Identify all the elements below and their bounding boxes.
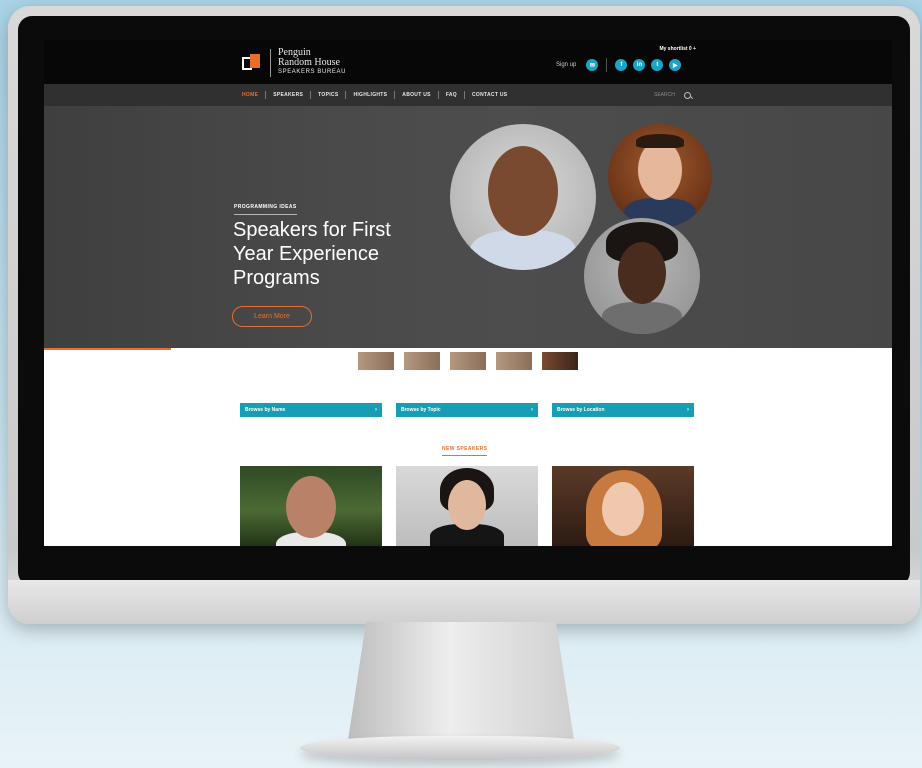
speaker-portrait-top[interactable] [608,124,712,228]
new-speaker-card[interactable] [396,466,538,546]
linkedin-icon[interactable]: in [633,59,646,71]
slide-thumbnail[interactable] [404,352,440,370]
hero-title: Speakers for First Year Experience Progr… [233,219,391,289]
nav-separator [394,91,396,99]
slide-thumbnails [358,352,588,370]
nav-topics[interactable]: TOPICS [318,92,338,98]
new-speakers-heading: NEW SPEAKERS [442,446,488,456]
chevron-right-icon: › [687,407,689,413]
signup-label[interactable]: Sign up [556,62,576,68]
search-box [654,91,691,99]
new-speaker-card[interactable] [552,466,694,546]
speaker-portrait-bottom[interactable] [584,218,700,334]
hero-banner: PROGRAMMING IDEAS Speakers for First Yea… [44,106,892,348]
monitor-chin [8,580,920,624]
main-nav: HOME SPEAKERS TOPICS HIGHLIGHTS ABOUT US… [242,84,507,106]
speaker-portrait-large[interactable] [450,124,596,270]
nav-separator [265,91,267,99]
nav-contact-us[interactable]: CONTACT US [472,92,507,98]
brand-name: Penguin Random House SPEAKERS BUREAU [278,48,346,77]
hero-slide-progress [44,348,892,350]
chevron-right-icon: › [375,407,377,413]
browse-by-location-button[interactable]: Browse by Location › [552,403,694,417]
slide-thumbnail[interactable] [450,352,486,370]
search-input[interactable] [654,91,682,99]
youtube-icon[interactable]: ▶ [669,59,682,71]
brand-line-3: SPEAKERS BUREAU [278,69,347,75]
browse-label: Browse by Name [245,407,286,413]
nav-faq[interactable]: FAQ [446,92,457,98]
email-icon[interactable]: ✉ [586,59,599,71]
hero-slide-progress-fill [44,348,172,350]
learn-more-button[interactable]: Learn More [232,306,312,327]
social-bar: Sign up ✉ f in t ▶ [556,58,682,72]
browse-by-name-button[interactable]: Browse by Name › [240,403,382,417]
new-speaker-card[interactable] [240,466,382,546]
nav-home[interactable]: HOME [242,92,258,98]
browse-label: Browse by Location [557,407,605,413]
shortlist-link[interactable]: My shortlist 0 + [659,46,696,52]
search-icon[interactable] [684,91,691,99]
browse-label: Browse by Topic [401,407,441,413]
slide-thumbnail[interactable] [496,352,532,370]
brand-logo[interactable]: Penguin Random House SPEAKERS BUREAU [242,48,346,77]
twitter-icon[interactable]: t [651,59,664,71]
top-bar: Penguin Random House SPEAKERS BUREAU My … [44,40,892,84]
logo-divider [270,48,271,77]
nav-speakers[interactable]: SPEAKERS [273,92,303,98]
nav-separator [345,91,347,99]
website-screen: Penguin Random House SPEAKERS BUREAU My … [44,40,892,546]
facebook-icon[interactable]: f [615,59,628,71]
slide-thumbnail-active[interactable] [542,352,578,370]
brand-line-2: Random House [278,57,340,68]
monitor-stand [348,622,574,740]
book-logo-icon [242,53,262,72]
browse-by-topic-button[interactable]: Browse by Topic › [396,403,538,417]
social-divider [606,58,608,72]
nav-highlights[interactable]: HIGHLIGHTS [353,92,387,98]
monitor-stand-base [300,736,620,760]
main-nav-bar: HOME SPEAKERS TOPICS HIGHLIGHTS ABOUT US… [44,84,892,106]
chevron-right-icon: › [531,407,533,413]
hero-eyebrow: PROGRAMMING IDEAS [234,204,297,215]
nav-about-us[interactable]: ABOUT US [402,92,431,98]
slide-thumbnail[interactable] [358,352,394,370]
nav-separator [437,91,439,99]
nav-separator [310,91,312,99]
nav-separator [464,91,465,99]
